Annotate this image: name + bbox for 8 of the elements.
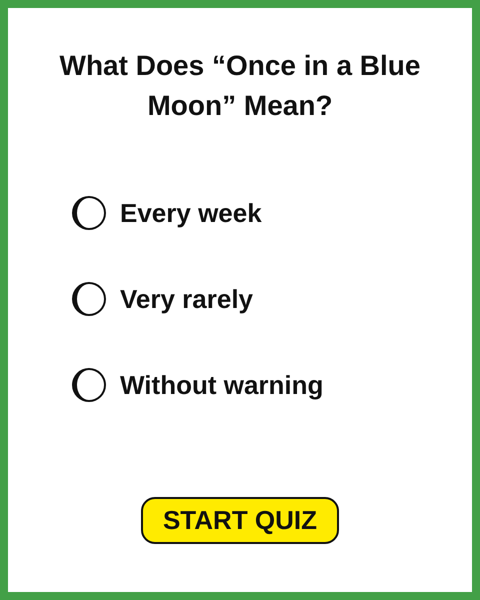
answer-option[interactable]: Every week: [72, 196, 324, 230]
radio-button[interactable]: [72, 196, 106, 230]
answer-option[interactable]: Without warning: [72, 368, 324, 402]
question-title: What Does “Once in a Blue Moon” Mean?: [58, 49, 422, 123]
start-quiz-button[interactable]: START QUIZ: [140, 497, 340, 544]
answer-option[interactable]: Very rarely: [72, 282, 324, 316]
radio-button[interactable]: [72, 368, 106, 402]
radio-button[interactable]: [72, 282, 106, 316]
